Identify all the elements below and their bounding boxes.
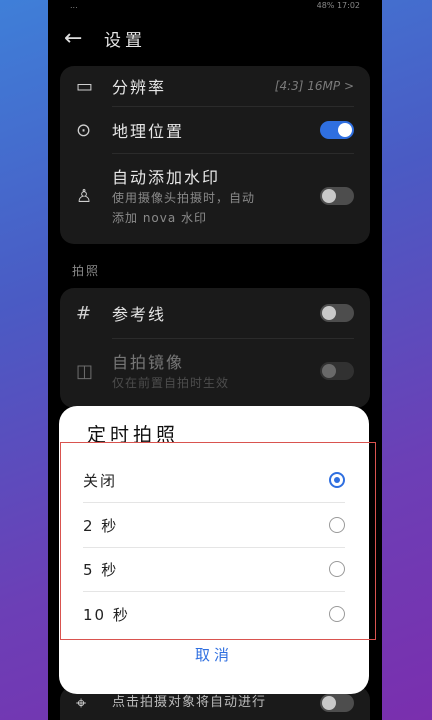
mirror-text: 自拍镜像 仅在前置自拍时生效	[112, 349, 229, 393]
mirror-row[interactable]: ◫ 自拍镜像 仅在前置自拍时生效	[60, 339, 370, 403]
location-toggle[interactable]	[320, 121, 354, 139]
grid-toggle[interactable]	[320, 304, 354, 322]
grid-icon: #	[76, 302, 92, 324]
grid-row[interactable]: # 参考线	[60, 288, 370, 338]
resolution-label: 分辨率	[112, 78, 167, 97]
watermark-row[interactable]: ♙ 自动添加水印 使用摄像头拍摄时，自动 添加 nova 水印	[60, 154, 370, 238]
mirror-icon: ◫	[76, 360, 94, 382]
target-icon: ⌖	[76, 692, 87, 714]
grid-label: 参考线	[112, 305, 167, 324]
settings-card-general: ▭ 分辨率 [4:3] 16MP > ⊙ 地理位置 ♙ 自动添加水印 使用摄像头…	[60, 66, 370, 244]
back-arrow-icon[interactable]: ←	[64, 26, 104, 51]
status-right: 48% 17:02	[316, 0, 360, 10]
watermark-label: 自动添加水印	[112, 168, 221, 187]
location-label: 地理位置	[112, 122, 185, 141]
header: ← 设置	[48, 10, 382, 66]
location-row[interactable]: ⊙ 地理位置	[60, 107, 370, 153]
status-bar: ... 48% 17:02	[48, 0, 382, 10]
auto-track-toggle[interactable]	[320, 694, 354, 712]
highlight-box	[60, 442, 376, 640]
resolution-icon: ▭	[76, 75, 94, 97]
mirror-sub: 仅在前置自拍时生效	[112, 376, 230, 390]
cancel-button[interactable]: 取消	[59, 644, 369, 665]
settings-card-photo: # 参考线 ◫ 自拍镜像 仅在前置自拍时生效	[60, 288, 370, 408]
stamp-icon: ♙	[76, 185, 93, 207]
auto-track-text: 点击拍摄对象将自动进行	[112, 695, 267, 710]
resolution-value: [4:3] 16MP >	[274, 79, 354, 93]
location-pin-icon: ⊙	[76, 119, 92, 141]
resolution-row[interactable]: ▭ 分辨率 [4:3] 16MP >	[60, 66, 370, 106]
watermark-toggle[interactable]	[320, 187, 354, 205]
section-photo-label: 拍照	[72, 264, 101, 278]
mirror-toggle[interactable]	[320, 362, 354, 380]
status-left: ...	[70, 0, 78, 10]
page-title: 设置	[104, 30, 146, 51]
watermark-sub-2: 添加 nova 水印	[112, 211, 208, 225]
watermark-sub-1: 使用摄像头拍摄时，自动	[112, 191, 256, 205]
watermark-text: 自动添加水印 使用摄像头拍摄时，自动 添加 nova 水印	[112, 164, 255, 228]
mirror-label: 自拍镜像	[112, 353, 185, 372]
